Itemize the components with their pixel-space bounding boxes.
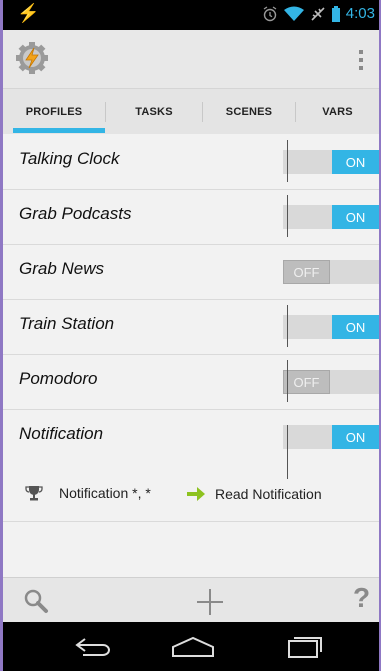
alarm-icon bbox=[263, 5, 277, 21]
tab-vars[interactable]: VARS bbox=[296, 89, 379, 135]
profile-name: Talking Clock bbox=[19, 149, 120, 168]
arrow-right-icon bbox=[187, 487, 205, 501]
profile-name: Notification bbox=[19, 424, 104, 443]
status-bar: ⚡ 4:03 bbox=[3, 0, 379, 30]
battery-icon bbox=[331, 5, 340, 22]
toggle-state: ON bbox=[332, 425, 379, 449]
profile-toggle[interactable]: ON bbox=[283, 150, 379, 174]
toggle-state: OFF bbox=[283, 260, 330, 284]
task-label[interactable]: Read Notification bbox=[215, 486, 322, 502]
profile-name: Pomodoro bbox=[19, 369, 98, 388]
profile-row[interactable]: Grab Podcasts ON bbox=[3, 189, 379, 245]
profile-row[interactable]: Train Station ON bbox=[3, 299, 379, 355]
profile-name: Train Station bbox=[19, 314, 115, 333]
search-icon[interactable] bbox=[23, 588, 49, 614]
home-icon[interactable] bbox=[171, 636, 215, 658]
tab-scenes[interactable]: SCENES bbox=[203, 89, 295, 135]
action-bar bbox=[3, 30, 379, 88]
profile-row[interactable]: Grab News OFF bbox=[3, 244, 379, 300]
toggle-state: ON bbox=[332, 150, 379, 174]
profile-toggle[interactable]: ON bbox=[283, 205, 379, 229]
tasker-app-icon[interactable] bbox=[15, 42, 49, 74]
toggle-state: OFF bbox=[283, 370, 330, 394]
recents-icon[interactable] bbox=[286, 634, 326, 660]
divider bbox=[287, 305, 288, 347]
profile-row[interactable]: Talking Clock ON bbox=[3, 134, 379, 190]
divider bbox=[287, 195, 288, 237]
toggle-state: ON bbox=[332, 315, 379, 339]
trophy-icon[interactable] bbox=[25, 484, 43, 502]
divider bbox=[287, 140, 288, 182]
profile-toggle[interactable]: ON bbox=[283, 315, 379, 339]
selected-tab-indicator bbox=[13, 128, 105, 133]
plus-icon[interactable] bbox=[196, 588, 224, 616]
overflow-menu-icon[interactable] bbox=[357, 48, 365, 72]
wifi-icon bbox=[283, 6, 304, 21]
profile-toggle[interactable]: OFF bbox=[283, 370, 379, 394]
airplane-icon bbox=[311, 6, 325, 21]
lightning-icon: ⚡ bbox=[17, 3, 40, 23]
tab-tasks[interactable]: TASKS bbox=[106, 89, 202, 135]
profile-row[interactable]: Notification ON bbox=[3, 409, 379, 479]
help-icon[interactable]: ? bbox=[353, 582, 370, 614]
profile-name: Grab Podcasts bbox=[19, 204, 132, 223]
profile-toggle[interactable]: OFF bbox=[283, 260, 379, 284]
toggle-state: ON bbox=[332, 205, 379, 229]
device-screen: ⚡ 4:03 PROFILES TASKS SCENES VARS Talkin… bbox=[3, 0, 379, 671]
back-icon[interactable] bbox=[73, 636, 113, 658]
profile-name: Grab News bbox=[19, 259, 105, 278]
profile-toggle[interactable]: ON bbox=[283, 425, 379, 449]
context-label[interactable]: Notification *, * bbox=[59, 485, 151, 501]
divider bbox=[287, 360, 288, 402]
bottom-action-bar: ? bbox=[3, 577, 379, 623]
profile-row[interactable]: Pomodoro OFF bbox=[3, 354, 379, 410]
navigation-bar bbox=[3, 622, 379, 671]
clock-time: 4:03 bbox=[345, 5, 375, 22]
